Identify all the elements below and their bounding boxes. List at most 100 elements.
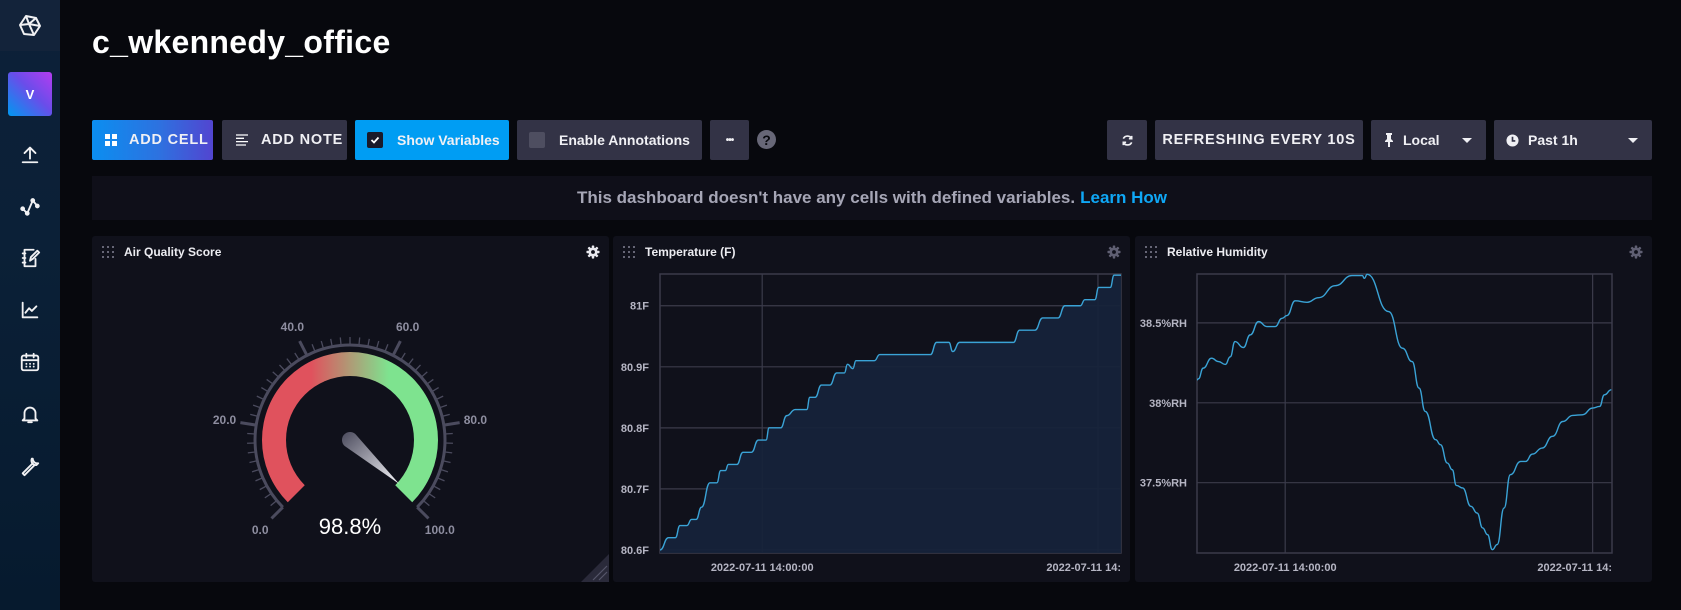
resize-handle[interactable] — [581, 554, 609, 582]
x-tick-label: 2022-07-11 14:00:00 — [1234, 562, 1337, 574]
learn-how-link[interactable]: Learn How — [1080, 188, 1167, 208]
line-chart-icon — [21, 301, 39, 319]
timezone-dropdown[interactable]: Local — [1371, 120, 1486, 160]
nav-settings[interactable] — [18, 454, 42, 478]
nav-alerts[interactable] — [18, 402, 42, 426]
gauge-tick-label: 40.0 — [281, 320, 305, 334]
gauge-minor-tick — [311, 343, 316, 352]
y-tick-label: 80.9F — [621, 362, 649, 374]
nav-data-explorer[interactable] — [18, 194, 42, 218]
more-options-button[interactable]: ••• — [710, 120, 749, 160]
x-tick-label: 2022-07-11 14:00:00 — [711, 562, 814, 574]
gauge-minor-tick — [286, 358, 293, 366]
avatar-letter: V — [25, 86, 35, 102]
page-title: c_wkennedy_office — [92, 24, 391, 60]
autorefresh-label: REFRESHING EVERY 10S — [1162, 132, 1356, 148]
gauge-major-tick — [391, 340, 402, 357]
gauge-minor-tick — [426, 378, 434, 385]
autorefresh-dropdown[interactable]: REFRESHING EVERY 10S — [1155, 120, 1363, 160]
checkbox-checked[interactable] — [367, 132, 383, 148]
chevron-down-icon — [1628, 138, 1638, 143]
nav-dashboards[interactable] — [18, 298, 42, 322]
bell-icon — [21, 406, 39, 424]
gauge-minor-tick — [407, 358, 414, 366]
gauge-minor-tick — [384, 343, 389, 352]
gauge-minor-tick — [272, 371, 280, 378]
pin-icon — [1385, 133, 1393, 147]
sidebar: V — [0, 0, 60, 610]
gauge-minor-tick — [339, 337, 342, 346]
nav-tasks[interactable] — [18, 350, 42, 374]
nav-notebooks[interactable] — [18, 246, 42, 270]
gauge-minor-tick — [428, 492, 436, 499]
gauge-minor-tick — [420, 371, 428, 378]
x-tick-label: 2022-07-11 14: — [1537, 562, 1612, 574]
time-range-label: Past 1h — [1528, 132, 1578, 148]
cube-logo-icon — [19, 14, 41, 36]
banner-message: This dashboard doesn't have any cells wi… — [576, 188, 1076, 207]
gauge-minor-tick — [436, 477, 445, 482]
refresh-button[interactable] — [1107, 120, 1147, 160]
area-fill — [660, 275, 1121, 553]
timezone-label: Local — [1403, 132, 1440, 148]
text-lines-icon — [236, 134, 248, 146]
grid-icon — [105, 134, 117, 146]
ellipsis-icon: ••• — [725, 134, 734, 146]
gauge-minor-tick — [255, 477, 264, 482]
home-logo[interactable] — [0, 0, 60, 51]
gauge-minor-tick — [444, 432, 453, 435]
gauge-minor-tick — [256, 395, 265, 401]
gauge-major-tick — [416, 506, 430, 520]
clock-icon — [1506, 133, 1519, 147]
y-tick-label: 38.5%RH — [1140, 318, 1187, 330]
gauge-minor-tick — [358, 337, 361, 346]
series-line — [1196, 273, 1612, 551]
add-note-button[interactable]: ADD NOTE — [222, 120, 347, 160]
org-avatar[interactable]: V — [8, 72, 52, 116]
x-tick-label: 2022-07-11 14: — [1046, 562, 1121, 574]
calendar-icon — [20, 352, 40, 372]
gauge-minor-tick — [432, 485, 441, 491]
enable-annotations-label: Enable Annotations — [559, 132, 690, 148]
add-note-label: ADD NOTE — [261, 132, 344, 148]
gauge-tick-label: 60.0 — [396, 320, 420, 334]
temperature-chart: 80.6F 80.7F 80.8F 80.9F 81F 2022-07-11 14:00:… — [621, 273, 1122, 574]
add-cell-label: ADD CELL — [129, 132, 209, 148]
add-cell-button[interactable]: ADD CELL — [92, 120, 213, 160]
gauge-tick-label: 80.0 — [464, 413, 488, 427]
cell-temperature: Temperature (F) 80.6F 80.7F 80.8F 80.9F 81F 2… — [613, 236, 1130, 582]
gauge-major-tick — [443, 421, 460, 427]
gauge-band — [262, 352, 438, 503]
refresh-icon — [1121, 134, 1133, 146]
gauge-major-tick — [298, 340, 309, 357]
plot-border — [1196, 273, 1613, 554]
variables-banner: This dashboard doesn't have any cells wi… — [92, 176, 1652, 220]
cell-air-quality: Air Quality Score 0.0 20.0 40.0 60.0 80.0 100… — [92, 236, 609, 582]
y-tick-label: 38%RH — [1149, 398, 1187, 410]
gauge-minor-tick — [422, 500, 430, 507]
checkbox-unchecked[interactable] — [529, 132, 545, 148]
help-glyph: ? — [762, 131, 771, 148]
y-tick-label: 80.7F — [621, 484, 649, 496]
y-tick-label: 80.8F — [621, 423, 649, 435]
check-icon — [370, 136, 380, 144]
gauge-value: 98.8% — [319, 514, 381, 539]
gauge-tick-label: 100.0 — [425, 523, 455, 537]
show-variables-label: Show Variables — [397, 132, 500, 148]
upload-icon — [21, 146, 39, 164]
gauge-minor-tick — [431, 387, 439, 393]
enable-annotations-toggle[interactable]: Enable Annotations — [517, 120, 702, 160]
gauge-minor-tick — [400, 352, 406, 361]
gauge-needle — [342, 432, 400, 484]
cell-humidity: Relative Humidity 37.5%RH 38%RH 38.5%RH 202… — [1135, 236, 1652, 582]
notebook-pencil-icon — [21, 248, 41, 268]
help-icon[interactable]: ? — [757, 130, 776, 149]
time-range-dropdown[interactable]: Past 1h — [1494, 120, 1652, 160]
gauge-minor-tick — [259, 485, 268, 491]
show-variables-toggle[interactable]: Show Variables — [355, 120, 509, 160]
nav-load-data[interactable] — [18, 142, 42, 166]
gauge-minor-tick — [439, 404, 448, 409]
gauge-minor-tick — [294, 352, 300, 361]
humidity-chart: 37.5%RH 38%RH 38.5%RH 2022-07-11 14:00:00 20… — [1140, 273, 1613, 574]
y-tick-label: 37.5%RH — [1140, 478, 1187, 490]
